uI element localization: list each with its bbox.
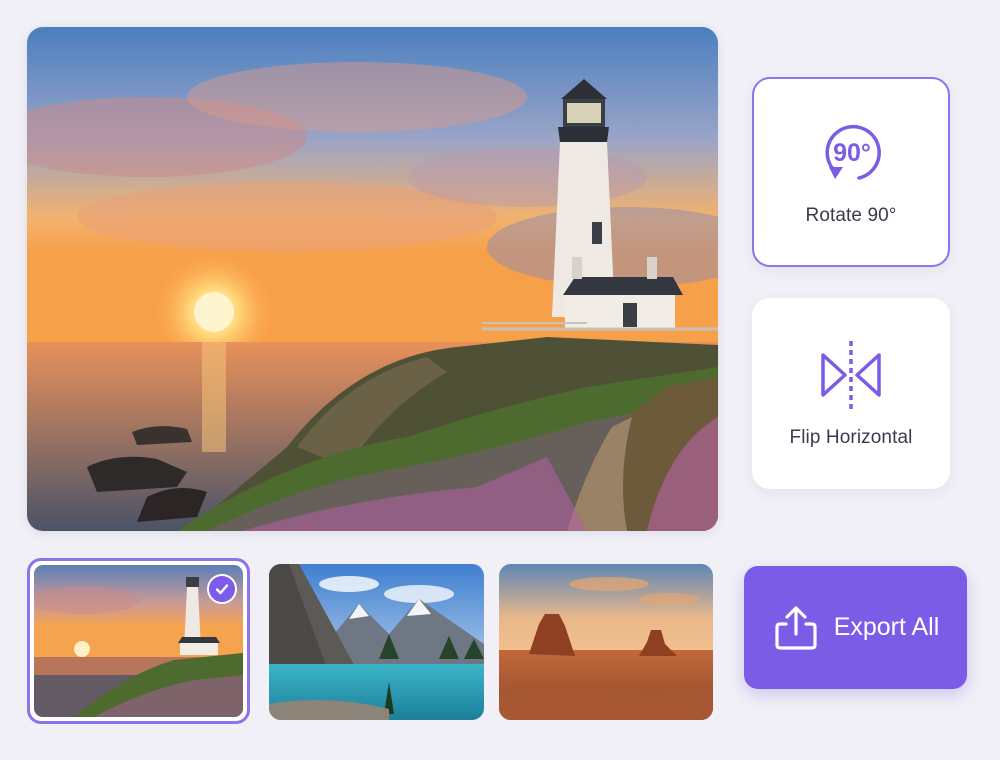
thumbnail-desert-buttes[interactable]	[499, 564, 713, 720]
flip-horizontal-icon	[815, 339, 887, 411]
flip-horizontal-label: Flip Horizontal	[789, 426, 913, 448]
desert-buttes-thumbnail-image	[499, 564, 713, 720]
flip-horizontal-button[interactable]: Flip Horizontal	[752, 298, 950, 489]
export-icon	[772, 604, 820, 652]
main-image-preview	[27, 27, 718, 531]
thumbnail-mountain-lake[interactable]	[269, 564, 484, 720]
thumbnail-lighthouse-selected[interactable]	[27, 558, 250, 724]
lighthouse-sunset-image	[27, 27, 718, 531]
mountain-lake-thumbnail-image	[269, 564, 484, 720]
rotate-90-label: Rotate 90°	[805, 205, 897, 226]
export-all-button[interactable]: Export All	[744, 566, 967, 689]
selected-check-icon	[207, 574, 237, 604]
rotate-90-icon: 90°	[815, 117, 887, 189]
export-all-label: Export All	[833, 613, 940, 641]
rotate-90-button[interactable]: 90° Rotate 90°	[752, 77, 950, 267]
rotate-icon-text: 90°	[833, 139, 871, 167]
